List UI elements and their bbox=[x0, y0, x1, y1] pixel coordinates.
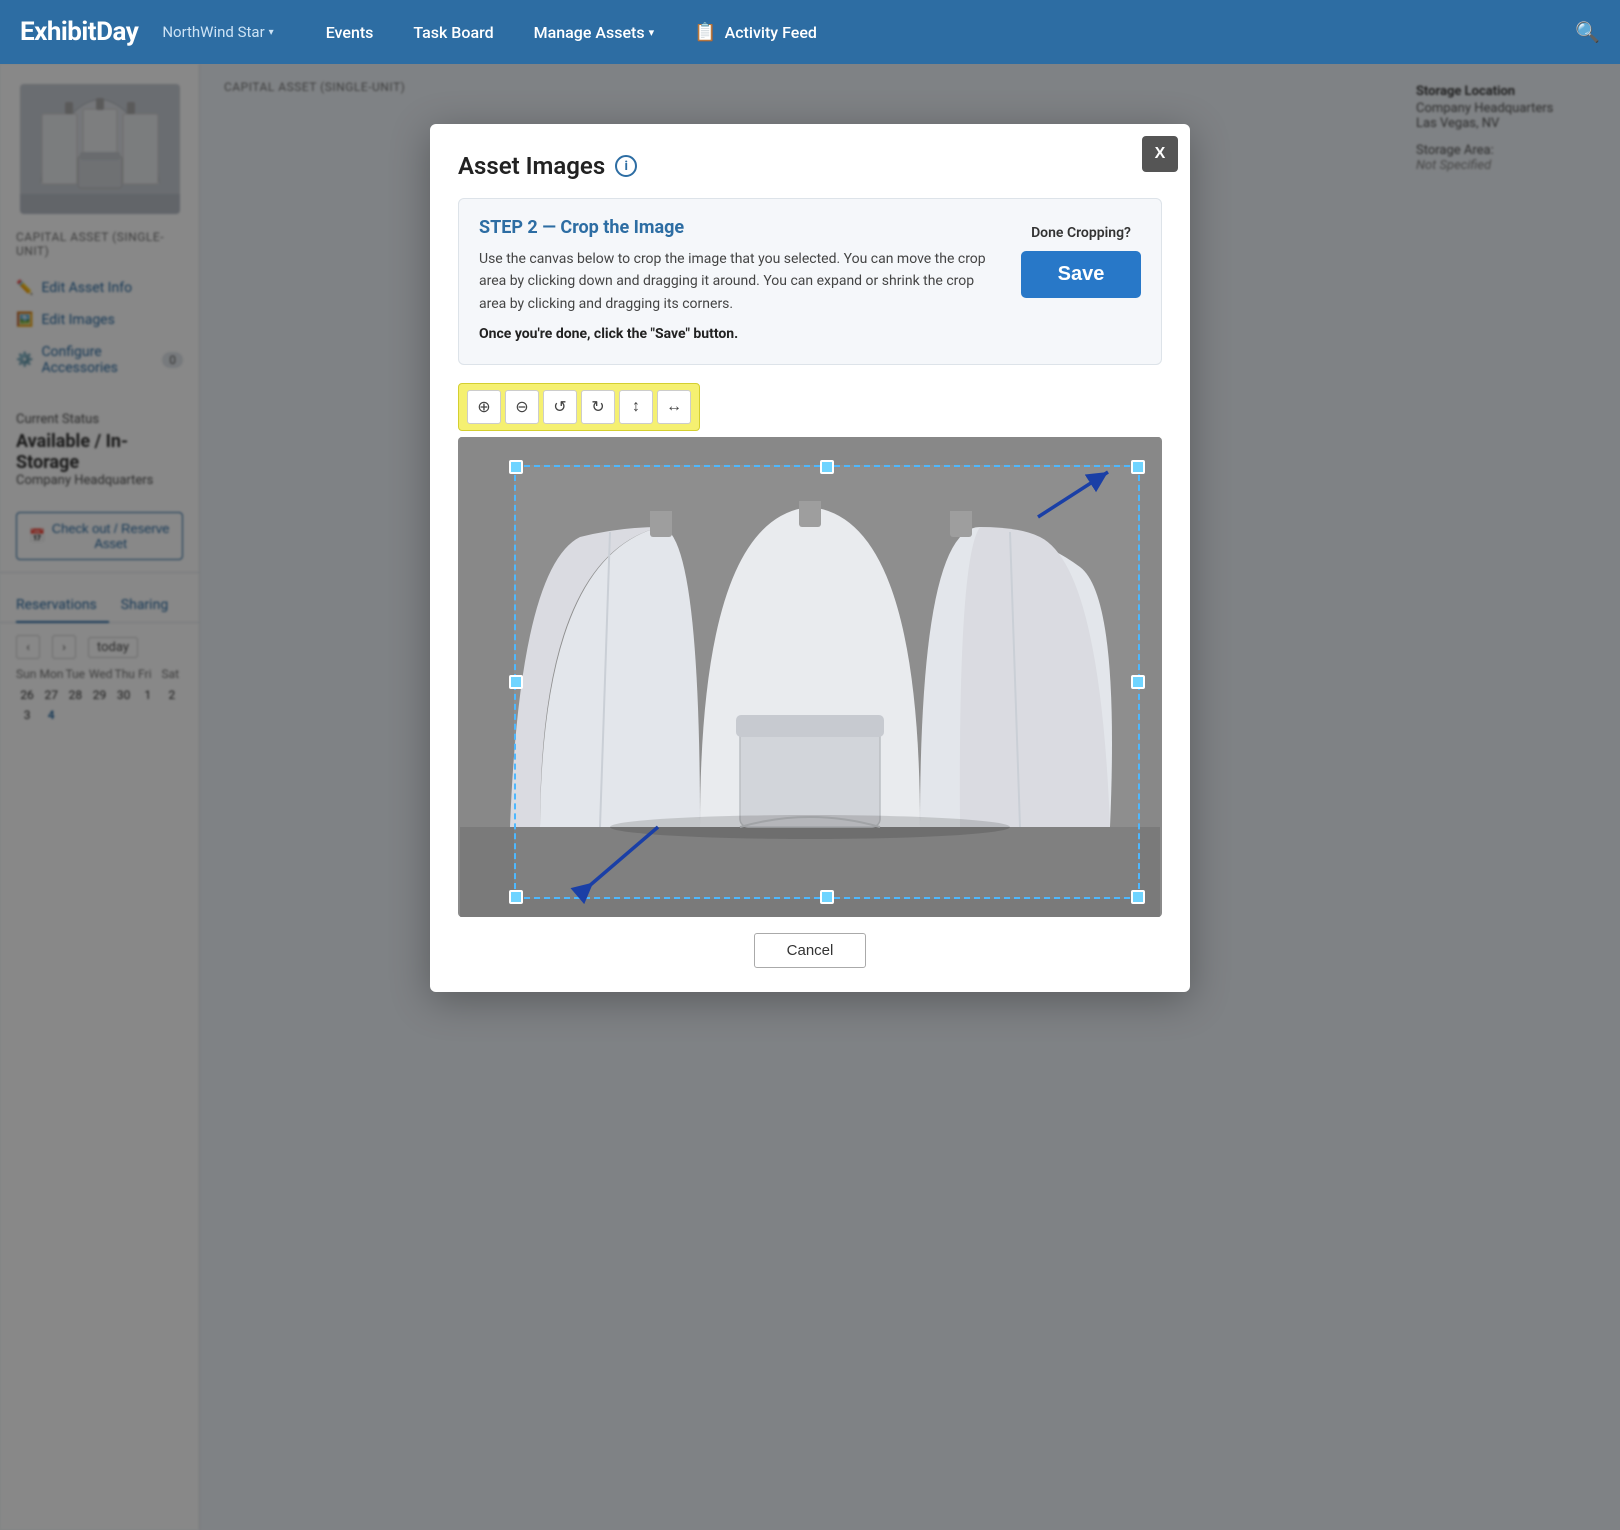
step-action-area: Done Cropping? Save bbox=[1021, 217, 1141, 346]
crop-handle-bottom-left[interactable] bbox=[509, 890, 523, 904]
flip-horizontal-icon: ↔ bbox=[666, 398, 682, 416]
navbar: ExhibitDay NorthWind Star ▾ Events Task … bbox=[0, 0, 1620, 64]
crop-toolbar: ⊕ ⊖ ↺ ↻ ↕ ↔ bbox=[458, 383, 700, 431]
nav-activity-feed[interactable]: 📋 Activity Feed bbox=[674, 0, 837, 64]
crop-handle-top-center[interactable] bbox=[820, 460, 834, 474]
activity-feed-icon: 📋 bbox=[694, 22, 716, 43]
flip-vertical-button[interactable]: ↕ bbox=[619, 390, 653, 424]
crop-handle-middle-right[interactable] bbox=[1131, 675, 1145, 689]
modal-overlay: X Asset Images i STEP 2 — Crop the Image… bbox=[0, 64, 1620, 1530]
cancel-button[interactable]: Cancel bbox=[754, 933, 867, 968]
cancel-row: Cancel bbox=[458, 933, 1162, 968]
nav-taskboard[interactable]: Task Board bbox=[393, 0, 513, 64]
search-icon[interactable]: 🔍 bbox=[1575, 20, 1600, 44]
crop-handle-top-left[interactable] bbox=[509, 460, 523, 474]
app-brand[interactable]: ExhibitDay bbox=[20, 17, 138, 47]
step-title: STEP 2 — Crop the Image bbox=[479, 217, 1001, 238]
zoom-out-icon: ⊖ bbox=[515, 397, 528, 417]
rotate-left-icon: ↺ bbox=[553, 397, 566, 417]
save-button[interactable]: Save bbox=[1021, 251, 1141, 298]
page-wrapper: CAPITAL ASSET (SINGLE-UNIT) ✏️ Edit Asse… bbox=[0, 64, 1620, 1530]
step-text: STEP 2 — Crop the Image Use the canvas b… bbox=[479, 217, 1001, 346]
zoom-in-button[interactable]: ⊕ bbox=[467, 390, 501, 424]
done-cropping-label: Done Cropping? bbox=[1031, 225, 1131, 241]
step-instructions-box: STEP 2 — Crop the Image Use the canvas b… bbox=[458, 198, 1162, 365]
rotate-left-button[interactable]: ↺ bbox=[543, 390, 577, 424]
step-description-1: Use the canvas below to crop the image t… bbox=[479, 248, 1001, 315]
crop-handle-top-right[interactable] bbox=[1131, 460, 1145, 474]
crop-selection-area[interactable] bbox=[514, 465, 1140, 899]
org-chevron-icon: ▾ bbox=[269, 27, 274, 38]
nav-events[interactable]: Events bbox=[306, 0, 394, 64]
zoom-out-button[interactable]: ⊖ bbox=[505, 390, 539, 424]
asset-images-modal: X Asset Images i STEP 2 — Crop the Image… bbox=[430, 124, 1190, 992]
modal-title: Asset Images bbox=[458, 152, 605, 180]
step-description-2: Once you're done, click the "Save" butto… bbox=[479, 323, 1001, 345]
manage-assets-dropdown-icon: ▾ bbox=[649, 26, 655, 39]
flip-horizontal-button[interactable]: ↔ bbox=[657, 390, 691, 424]
org-name: NorthWind Star bbox=[162, 23, 264, 41]
rotate-right-icon: ↻ bbox=[591, 397, 604, 417]
modal-title-row: Asset Images i bbox=[458, 152, 1162, 180]
crop-handle-bottom-center[interactable] bbox=[820, 890, 834, 904]
rotate-right-button[interactable]: ↻ bbox=[581, 390, 615, 424]
modal-info-icon[interactable]: i bbox=[615, 155, 637, 177]
flip-vertical-icon: ↕ bbox=[632, 398, 640, 416]
modal-close-button[interactable]: X bbox=[1142, 136, 1178, 172]
zoom-in-icon: ⊕ bbox=[477, 397, 490, 417]
nav-manage-assets[interactable]: Manage Assets ▾ bbox=[514, 0, 675, 64]
org-selector[interactable]: NorthWind Star ▾ bbox=[162, 23, 273, 41]
crop-canvas[interactable] bbox=[458, 437, 1162, 917]
crop-handle-middle-left[interactable] bbox=[509, 675, 523, 689]
crop-handle-bottom-right[interactable] bbox=[1131, 890, 1145, 904]
